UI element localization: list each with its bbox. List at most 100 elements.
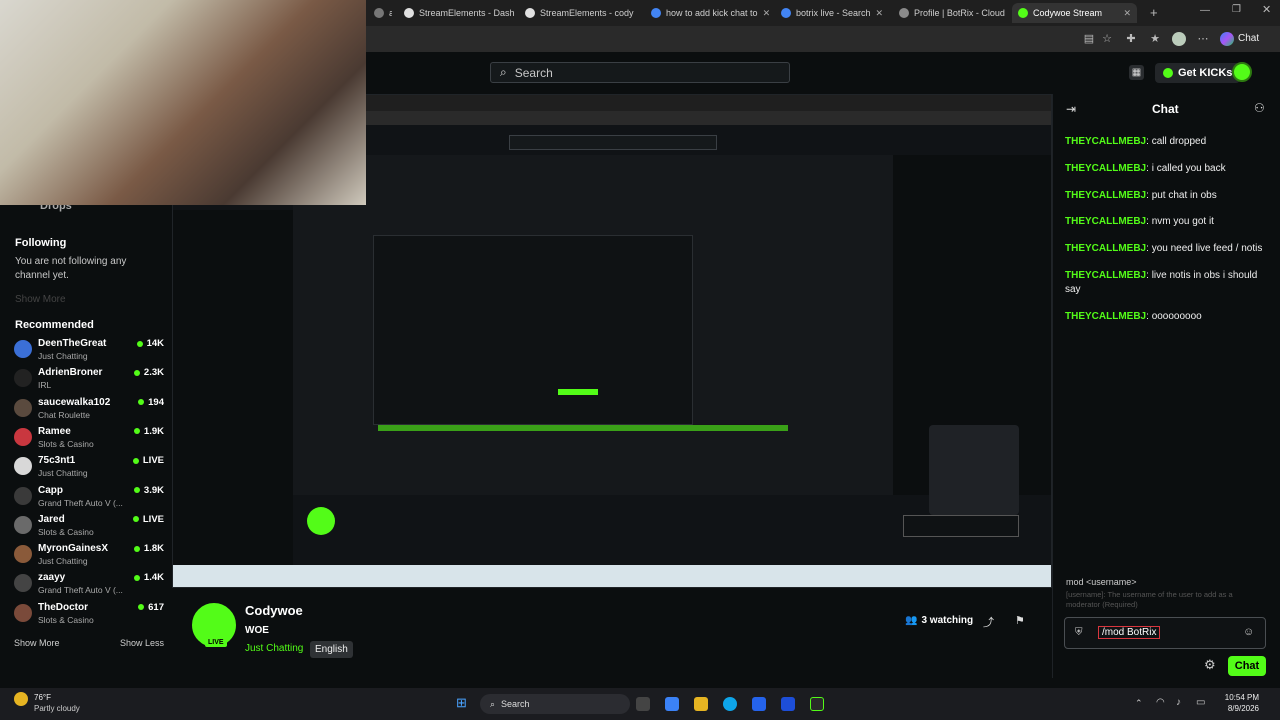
channel-avatar-small xyxy=(14,457,32,476)
viewer-count: 👥 3 watching xyxy=(905,615,973,626)
tray-chevron-icon[interactable]: ⌃ xyxy=(1135,698,1143,709)
store-icon[interactable] xyxy=(752,697,766,711)
chat-settings-gear-icon[interactable]: ⚙ xyxy=(1204,657,1216,673)
copilot-icon[interactable] xyxy=(1220,32,1234,46)
chat-message: THEYCALLMEBJ: put chat in obs xyxy=(1065,189,1265,203)
channel-category: Just Chatting xyxy=(38,351,88,361)
task-view-icon[interactable] xyxy=(636,697,650,711)
tab-label: how to add kick chat to xyxy=(666,8,758,18)
nested-sidebar xyxy=(173,210,293,570)
copilot-chat-label[interactable]: Chat xyxy=(1238,33,1259,44)
browser-tab[interactable]: StreamElements - Dashb✕ xyxy=(398,3,514,23)
minimize-icon[interactable]: — xyxy=(1200,5,1210,16)
windows-start-icon[interactable]: ⊞ xyxy=(456,695,470,710)
browser-tab[interactable]: how to add kick chat to ✕ xyxy=(645,3,769,23)
maximize-icon[interactable]: ❐ xyxy=(1232,4,1241,15)
get-kicks-button[interactable]: Get KICKs xyxy=(1155,63,1241,83)
tab-label: botrix live - Search xyxy=(796,8,871,18)
recommended-channel[interactable]: saucewalka102 Chat Roulette 194 xyxy=(14,397,164,425)
channel-viewers: 1.8K xyxy=(133,543,164,555)
chat-username[interactable]: THEYCALLMEBJ xyxy=(1065,190,1146,201)
browser-tab[interactable]: StreamElements - cody✕ xyxy=(519,3,639,23)
reading-view-icon[interactable]: ▤ xyxy=(1082,32,1096,46)
recommended-channel[interactable]: DeenTheGreat Just Chatting 14K xyxy=(14,338,164,366)
outlook-icon[interactable] xyxy=(781,697,795,711)
recommended-channel[interactable]: MyronGainesX Just Chatting 1.8K xyxy=(14,543,164,571)
new-tab-icon[interactable]: + xyxy=(1150,5,1158,20)
nested-search xyxy=(509,135,717,150)
channel-name: saucewalka102 xyxy=(38,396,111,408)
recommended-channel[interactable]: Ramee Slots & Casino 1.9K xyxy=(14,426,164,454)
tab-close-icon[interactable]: ✕ xyxy=(763,8,769,19)
language-tag[interactable]: English xyxy=(310,641,353,658)
command-hint: mod <username> xyxy=(1066,577,1137,587)
share-icon[interactable]: ⤴ xyxy=(983,614,994,630)
shield-icon: ⛨ xyxy=(1075,627,1083,638)
taskbar-search-label: Search xyxy=(501,699,530,709)
channel-name[interactable]: Codywoe xyxy=(245,603,303,618)
tab-close-icon[interactable]: ✕ xyxy=(1123,8,1131,19)
recommended-channel[interactable]: 75c3nt1 Just Chatting LIVE xyxy=(14,455,164,483)
recommended-channel[interactable]: zaayy Grand Theft Auto V (... 1.4K xyxy=(14,572,164,600)
show-less-button[interactable]: Show Less xyxy=(120,638,164,648)
following-show-more[interactable]: Show More xyxy=(15,293,155,307)
search-input[interactable]: ⌕ Search xyxy=(490,62,790,83)
chat-text: ooooooooo xyxy=(1151,311,1202,322)
chat-username[interactable]: THEYCALLMEBJ xyxy=(1065,311,1146,322)
chat-username[interactable]: THEYCALLMEBJ xyxy=(1065,216,1146,227)
chat-input-value[interactable]: /mod BotRix xyxy=(1098,626,1161,639)
clock-time[interactable]: 10:54 PM xyxy=(1215,693,1259,702)
chat-text: you need live feed / notis xyxy=(1151,243,1263,254)
viewer-count: 1.8K xyxy=(143,543,164,555)
chat-username[interactable]: THEYCALLMEBJ xyxy=(1065,270,1146,281)
volume-icon[interactable]: ♪ xyxy=(1176,697,1181,708)
taskbar-search[interactable]: ⌕ Search xyxy=(480,694,630,714)
favorites-icon[interactable]: ★ xyxy=(1148,32,1162,46)
channel-name: MyronGainesX xyxy=(38,543,109,555)
favorite-star-icon[interactable]: ☆ xyxy=(1100,32,1114,46)
extensions-icon[interactable]: ✚ xyxy=(1124,32,1138,46)
recommended-channel[interactable]: Capp Grand Theft Auto V (... 3.9K xyxy=(14,485,164,513)
chat-input[interactable]: ⛨ /mod BotRix ☺ xyxy=(1064,617,1266,649)
browse-grid-icon[interactable]: ▦ xyxy=(1129,65,1144,80)
file-explorer-icon[interactable] xyxy=(694,697,708,711)
live-dot-icon xyxy=(133,487,140,493)
emote-icon[interactable]: ☺ xyxy=(1243,626,1254,638)
collapse-chat-icon[interactable]: ⇥ xyxy=(1066,102,1076,116)
obs-icon[interactable] xyxy=(810,697,824,711)
chat-message: THEYCALLMEBJ: you need live feed / notis xyxy=(1065,242,1265,256)
copilot-taskbar-icon[interactable] xyxy=(665,697,679,711)
browser-tab[interactable]: botrix live - Search ✕ xyxy=(775,3,887,23)
chat-username[interactable]: THEYCALLMEBJ xyxy=(1065,136,1146,147)
user-avatar[interactable] xyxy=(1232,62,1252,82)
clock-date[interactable]: 8/9/2026 xyxy=(1215,704,1259,713)
profile-avatar[interactable] xyxy=(1172,32,1186,46)
following-heading: Following xyxy=(15,237,67,249)
stream-category[interactable]: Just Chatting xyxy=(245,643,303,654)
recommended-heading: Recommended xyxy=(15,319,94,331)
show-more-button[interactable]: Show More xyxy=(14,638,60,648)
tab-close-icon[interactable]: ✕ xyxy=(876,8,884,19)
chat-username[interactable]: THEYCALLMEBJ xyxy=(1065,243,1146,254)
browser-tab[interactable]: Codywoe Stream ✕ xyxy=(1012,3,1137,23)
recommended-channel[interactable]: Jared Slots & Casino LIVE xyxy=(14,514,164,542)
chat-username[interactable]: THEYCALLMEBJ xyxy=(1065,163,1146,174)
weather-icon[interactable] xyxy=(14,692,28,706)
recommended-channel[interactable]: AdrienBroner IRL 2.3K xyxy=(14,367,164,395)
close-window-icon[interactable]: ✕ xyxy=(1262,3,1271,16)
chat-message: THEYCALLMEBJ: ooooooooo xyxy=(1065,310,1265,324)
wifi-icon[interactable]: ◠ xyxy=(1156,697,1165,708)
recommended-channel[interactable]: TheDoctor Slots & Casino 617 xyxy=(14,602,164,630)
battery-icon[interactable]: ▭ xyxy=(1196,697,1205,708)
browser-tab[interactable]: Profile | BotRix - Cloud✕ xyxy=(893,3,1005,23)
chat-users-icon[interactable]: ⚇ xyxy=(1254,101,1265,115)
browser-tab[interactable]: ar xyxy=(368,3,392,23)
weather-status: Partly cloudy xyxy=(34,704,80,713)
chat-send-button[interactable]: Chat xyxy=(1228,656,1266,676)
edge-icon[interactable] xyxy=(723,697,737,711)
report-icon[interactable]: ⚑ xyxy=(1015,614,1025,627)
more-menu-icon[interactable]: ⋯ xyxy=(1196,32,1210,46)
live-dot-icon xyxy=(133,428,140,435)
channel-viewers: 1.4K xyxy=(133,572,164,583)
get-kicks-label: Get KICKs xyxy=(1178,67,1233,79)
